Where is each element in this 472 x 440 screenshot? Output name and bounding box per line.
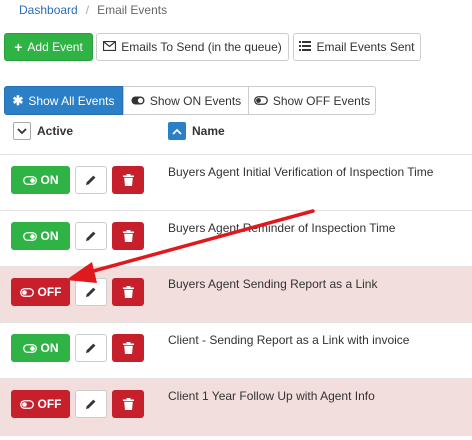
- toggle-off-icon: [253, 94, 268, 108]
- add-event-button[interactable]: + Add Event: [4, 33, 93, 61]
- pencil-icon: [86, 343, 96, 353]
- column-header-name[interactable]: Name: [168, 122, 225, 140]
- table-row: OFF Buyers Agent Sending Report as a Lin…: [0, 266, 472, 323]
- status-toggle[interactable]: ON: [11, 334, 70, 362]
- edit-button[interactable]: [75, 390, 107, 418]
- status-toggle-label: ON: [40, 173, 59, 187]
- pencil-icon: [86, 231, 96, 241]
- status-toggle[interactable]: OFF: [11, 390, 70, 418]
- trash-icon: [122, 398, 134, 410]
- toggle-off-icon: [19, 399, 34, 409]
- email-events-sent-button[interactable]: Email Events Sent: [293, 33, 421, 61]
- event-name[interactable]: Buyers Agent Sending Report as a Link: [168, 277, 377, 291]
- table-row: ON Buyers Agent Initial Verification of …: [0, 154, 472, 211]
- delete-button[interactable]: [112, 222, 144, 250]
- status-toggle-label: ON: [40, 341, 59, 355]
- column-header-active[interactable]: Active: [13, 122, 73, 140]
- toggle-on-icon: [22, 343, 37, 353]
- asterisk-icon: ✱: [12, 92, 24, 108]
- status-toggle-label: ON: [40, 229, 59, 243]
- status-toggle[interactable]: ON: [11, 222, 70, 250]
- delete-button[interactable]: [112, 166, 144, 194]
- list-icon: [299, 40, 312, 54]
- email-events-sent-label: Email Events Sent: [316, 40, 415, 54]
- toggle-on-icon: [22, 231, 37, 241]
- status-toggle-label: OFF: [37, 285, 62, 299]
- edit-button[interactable]: [75, 278, 107, 306]
- emails-to-send-label: Emails To Send (in the queue): [121, 40, 282, 54]
- edit-button[interactable]: [75, 222, 107, 250]
- breadcrumb: Dashboard / Email Events: [19, 3, 167, 17]
- chevron-down-icon[interactable]: [13, 122, 31, 140]
- event-name[interactable]: Buyers Agent Initial Verification of Ins…: [168, 165, 433, 179]
- show-all-events-button[interactable]: ✱ Show All Events: [4, 86, 123, 115]
- trash-icon: [122, 342, 134, 354]
- show-off-events-button[interactable]: Show OFF Events: [248, 86, 376, 115]
- add-event-label: Add Event: [27, 40, 83, 54]
- delete-button[interactable]: [112, 334, 144, 362]
- breadcrumb-current: Email Events: [97, 3, 168, 17]
- delete-button[interactable]: [112, 390, 144, 418]
- plus-icon: +: [14, 39, 23, 55]
- pencil-icon: [86, 399, 96, 409]
- status-toggle[interactable]: OFF: [11, 278, 70, 306]
- column-header-name-label: Name: [192, 124, 225, 138]
- chevron-up-icon[interactable]: [168, 122, 186, 140]
- status-toggle[interactable]: ON: [11, 166, 70, 194]
- event-name[interactable]: Client - Sending Report as a Link with i…: [168, 333, 409, 347]
- trash-icon: [122, 174, 134, 186]
- table-row: OFF Client 1 Year Follow Up with Agent I…: [0, 378, 472, 436]
- show-on-label: Show ON Events: [149, 93, 242, 108]
- event-name[interactable]: Client 1 Year Follow Up with Agent Info: [168, 389, 375, 403]
- toggle-on-icon: [131, 94, 145, 108]
- trash-icon: [122, 286, 134, 298]
- breadcrumb-dashboard-link[interactable]: Dashboard: [19, 3, 78, 17]
- emails-to-send-button[interactable]: Emails To Send (in the queue): [96, 33, 289, 61]
- table-row: ON Buyers Agent Reminder of Inspection T…: [0, 210, 472, 267]
- event-name[interactable]: Buyers Agent Reminder of Inspection Time: [168, 221, 395, 235]
- breadcrumb-separator: /: [85, 3, 90, 17]
- show-all-label: Show All Events: [28, 93, 115, 108]
- table-row: ON Client - Sending Report as a Link wit…: [0, 322, 472, 379]
- status-toggle-label: OFF: [37, 397, 62, 411]
- envelope-icon: [103, 40, 117, 54]
- edit-button[interactable]: [75, 334, 107, 362]
- pencil-icon: [86, 175, 96, 185]
- delete-button[interactable]: [112, 278, 144, 306]
- show-on-events-button[interactable]: Show ON Events: [123, 86, 249, 115]
- edit-button[interactable]: [75, 166, 107, 194]
- toggle-off-icon: [19, 287, 34, 297]
- column-header-active-label: Active: [37, 124, 74, 138]
- show-off-label: Show OFF Events: [272, 93, 371, 108]
- trash-icon: [122, 230, 134, 242]
- pencil-icon: [86, 287, 96, 297]
- toggle-on-icon: [22, 175, 37, 185]
